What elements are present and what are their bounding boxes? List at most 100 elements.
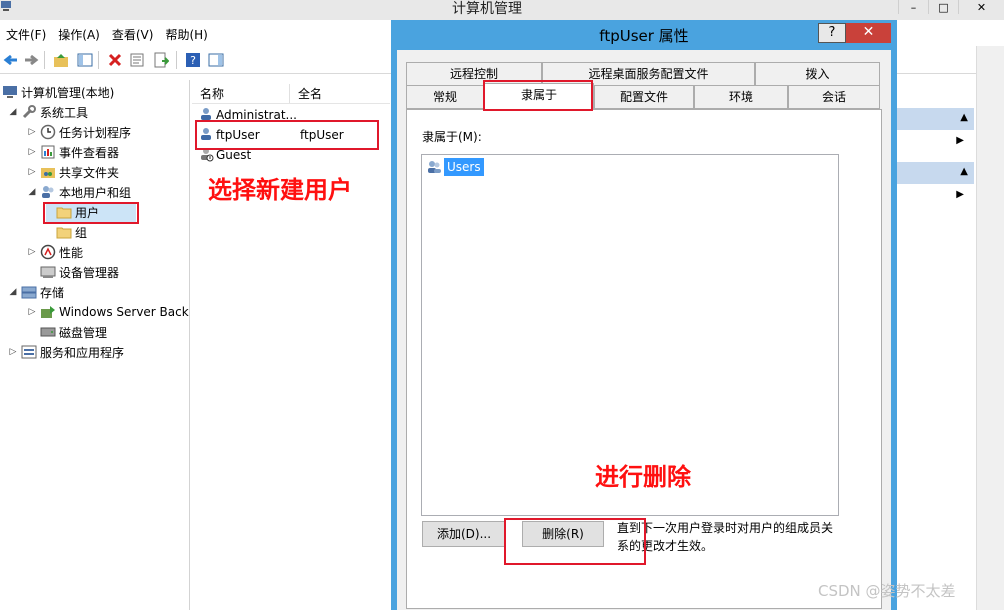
back-arrow-icon[interactable]: [2, 51, 20, 69]
tab-general[interactable]: 常规: [406, 85, 484, 109]
shared-folder-icon: [40, 164, 56, 180]
storage-icon: [21, 284, 37, 300]
tree-item-storage[interactable]: ◢ 存储: [8, 282, 64, 302]
expand-triangle-icon[interactable]: ▷: [27, 147, 37, 157]
actions-section-header[interactable]: ▲: [896, 108, 974, 130]
tree-label: 系统工具: [40, 105, 89, 120]
services-icon: [21, 344, 37, 360]
window-titlebar: 计算机管理 – □ ✕: [0, 0, 1004, 20]
tree-item-windows-backup[interactable]: ▷ Windows Server Back: [27, 302, 189, 322]
dialog-help-button[interactable]: ?: [818, 23, 846, 43]
help-icon[interactable]: ?: [184, 51, 202, 69]
member-of-label: 隶属于(M):: [422, 130, 482, 144]
toolbar-separator: [98, 51, 99, 69]
tab-profile[interactable]: 配置文件: [594, 85, 694, 109]
tree-item-services-apps[interactable]: ▷ 服务和应用程序: [8, 342, 124, 362]
tab-sessions[interactable]: 会话: [788, 85, 880, 109]
tree-item-root[interactable]: 计算机管理(本地): [2, 82, 114, 102]
show-hide-tree-icon[interactable]: [76, 51, 94, 69]
export-list-icon[interactable]: [152, 51, 170, 69]
folder-icon: [56, 224, 72, 240]
properties-icon[interactable]: [128, 51, 146, 69]
list-item[interactable]: Users: [426, 158, 484, 176]
highlight-users-folder: [43, 202, 139, 224]
tree-label: 事件查看器: [59, 145, 120, 160]
right-edge-panel: [976, 46, 1004, 610]
performance-icon: [40, 244, 56, 260]
collapse-triangle-icon[interactable]: ◢: [27, 187, 37, 197]
actions-section-header[interactable]: ▲: [896, 162, 974, 184]
actions-more-item[interactable]: ▶: [896, 132, 974, 152]
menu-file[interactable]: 文件(F): [0, 24, 52, 46]
member-group-name: Users: [444, 158, 484, 176]
column-header-name[interactable]: 名称: [192, 84, 290, 103]
dialog-close-button[interactable]: ✕: [846, 23, 891, 43]
disk-icon: [40, 324, 56, 340]
tree-item-device-manager[interactable]: 设备管理器: [27, 262, 119, 282]
tree-item-event-viewer[interactable]: ▷ 事件查看器: [27, 142, 119, 162]
actions-pane: ▲ ▶ ▲ ▶: [896, 80, 976, 610]
device-manager-icon: [40, 264, 56, 280]
tree-item-groups[interactable]: 组: [46, 222, 87, 242]
tree-label: 本地用户和组: [59, 185, 132, 200]
highlight-ftpuser-row: [195, 120, 379, 150]
delete-icon[interactable]: [106, 51, 124, 69]
tree-label: 存储: [40, 285, 65, 300]
tree-label: 组: [75, 225, 88, 240]
column-header-fullname[interactable]: 全名: [290, 84, 390, 103]
tree-label: 计算机管理(本地): [21, 85, 115, 100]
expand-triangle-icon[interactable]: ▷: [27, 247, 37, 257]
add-button[interactable]: 添加(D)...: [422, 521, 506, 547]
submenu-arrow-icon: ▶: [956, 135, 964, 146]
list-item-name: Guest: [216, 148, 252, 162]
collapse-up-icon[interactable]: ▲: [960, 112, 968, 123]
menu-view[interactable]: 查看(V): [106, 24, 160, 46]
up-folder-icon[interactable]: [52, 51, 70, 69]
event-viewer-icon: [40, 144, 56, 160]
tree-label: 性能: [59, 245, 84, 260]
window-controls: – □ ✕: [898, 0, 1004, 20]
collapse-triangle-icon[interactable]: ◢: [8, 107, 18, 117]
annotation-select-user: 选择新建用户: [208, 176, 352, 204]
collapse-triangle-icon[interactable]: ◢: [8, 287, 18, 297]
user-list-pane: 名称 全名 Administrat... ftpUser ftpUser Gue…: [192, 80, 390, 610]
show-action-pane-icon[interactable]: [207, 51, 225, 69]
tools-icon: [21, 104, 37, 120]
group-icon: [426, 159, 444, 175]
submenu-arrow-icon: ▶: [956, 189, 964, 200]
tree-item-shared-folders[interactable]: ▷ 共享文件夹: [27, 162, 119, 182]
expand-triangle-icon[interactable]: ▷: [27, 167, 37, 177]
expand-triangle-icon[interactable]: ▷: [27, 307, 37, 317]
annotation-delete: 进行删除: [595, 463, 691, 491]
expand-triangle-icon[interactable]: ▷: [27, 127, 37, 137]
menu-help[interactable]: 帮助(H): [159, 24, 213, 46]
minimize-button[interactable]: –: [898, 0, 928, 14]
forward-arrow-icon[interactable]: [22, 51, 40, 69]
tree-label: 磁盘管理: [59, 325, 108, 340]
close-button[interactable]: ✕: [958, 0, 1004, 14]
tree-label: 服务和应用程序: [40, 345, 125, 360]
backup-icon: [40, 304, 56, 320]
tree-item-disk-management[interactable]: 磁盘管理: [27, 322, 107, 342]
highlight-remove-button: [504, 518, 646, 565]
svg-text:?: ?: [190, 54, 196, 67]
highlight-member-of-tab: [483, 80, 593, 111]
tab-dial-in[interactable]: 拨入: [755, 62, 880, 86]
tree-item-system-tools[interactable]: ◢ 系统工具: [8, 102, 88, 122]
list-header: 名称 全名: [192, 84, 390, 104]
expand-triangle-icon[interactable]: ▷: [8, 347, 18, 357]
menu-action[interactable]: 操作(A): [52, 24, 106, 46]
tree-item-performance[interactable]: ▷ 性能: [27, 242, 83, 262]
users-group-icon: [40, 184, 56, 200]
tab-environment[interactable]: 环境: [694, 85, 788, 109]
tree-label: Windows Server Back: [59, 305, 189, 319]
tree-item-local-users-groups[interactable]: ◢ 本地用户和组: [27, 182, 131, 202]
collapse-up-icon[interactable]: ▲: [960, 166, 968, 177]
computer-icon: [2, 84, 18, 100]
window-title: 计算机管理: [452, 1, 522, 17]
actions-more-item[interactable]: ▶: [896, 186, 974, 206]
watermark: CSDN @姿势不太差: [818, 582, 956, 600]
maximize-button[interactable]: □: [928, 0, 958, 14]
membership-note: 直到下一次用户登录时对用户的组成员关系的更改才生效。: [617, 521, 834, 553]
tree-item-task-scheduler[interactable]: ▷ 任务计划程序: [27, 122, 131, 142]
